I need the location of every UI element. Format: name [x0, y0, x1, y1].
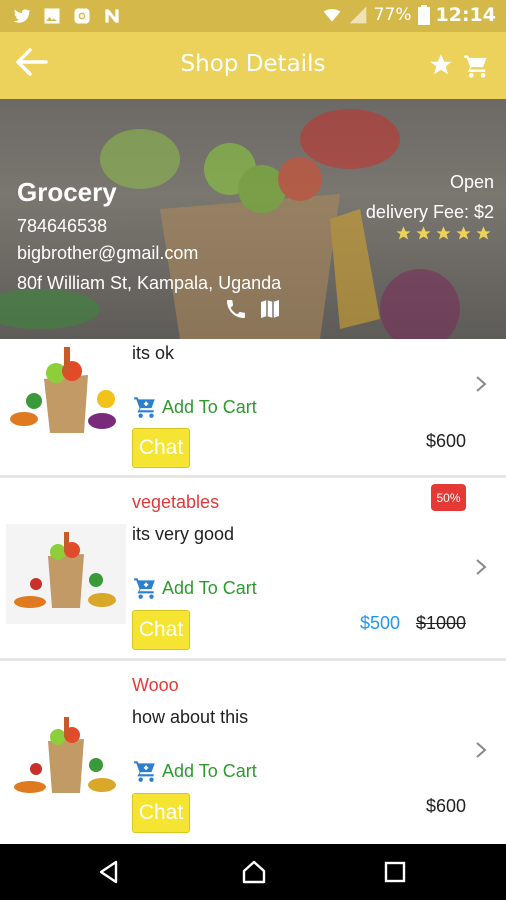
battery-icon [417, 5, 430, 25]
chevron-right-icon[interactable] [474, 375, 488, 393]
product-item[interactable]: vegetables 50% its very good Add To Cart… [0, 478, 506, 658]
system-nav-bar [0, 844, 506, 900]
sale-price: $500 [359, 613, 400, 633]
original-price: $1000 [415, 613, 466, 633]
signal-icon [349, 6, 367, 24]
shop-phone: 784646538 [17, 216, 108, 236]
product-item[interactable]: its ok Add To Cart Chat $600 [0, 339, 506, 475]
chevron-right-icon[interactable] [474, 741, 488, 759]
product-category: vegetables [132, 492, 220, 512]
cart-icon[interactable] [462, 52, 490, 80]
phone-call-icon[interactable] [224, 297, 248, 321]
star-icon[interactable] [428, 52, 454, 78]
rating-star-icon [436, 226, 451, 240]
product-item[interactable]: Wooo how about this Add To Cart Chat $60… [0, 661, 506, 844]
product-image [14, 717, 116, 793]
nav-recents-icon[interactable] [382, 859, 408, 885]
product-image [6, 524, 126, 624]
rating-stars [395, 225, 492, 242]
twitter-icon [13, 9, 31, 23]
product-list: its ok Add To Cart Chat $600 vegetables [0, 339, 506, 844]
shop-address: 80f William St, Kampala, Uganda [17, 273, 282, 293]
delivery-fee: delivery Fee: $2 [365, 202, 494, 222]
wifi-icon [323, 9, 341, 22]
product-description: its ok [132, 343, 175, 363]
shop-status: Open [449, 172, 494, 192]
n-app-icon [105, 9, 119, 23]
nav-home-icon[interactable] [241, 859, 267, 885]
shop-email: bigbrother@gmail.com [17, 243, 199, 263]
chat-button[interactable]: Chat [132, 610, 190, 650]
add-cart-icon [134, 578, 155, 599]
image-icon [44, 8, 60, 24]
product-category: Wooo [132, 675, 179, 695]
shop-banner: Grocery 784646538 bigbrother@gmail.com 8… [0, 99, 506, 339]
rating-star-icon [396, 226, 411, 240]
instagram-icon [74, 8, 90, 24]
add-cart-icon [134, 397, 155, 418]
product-description: its very good [132, 524, 235, 544]
chat-button[interactable]: Chat [132, 793, 190, 833]
add-to-cart-label: Add To Cart [162, 577, 257, 598]
chat-button[interactable]: Chat [132, 428, 190, 468]
status-bar: 77% 12:14 [0, 0, 506, 32]
product-image [10, 347, 116, 433]
clock: 12:14 [435, 4, 496, 26]
map-icon[interactable] [258, 297, 282, 321]
product-price: $600 [425, 796, 466, 816]
battery-percent: 77% [373, 5, 412, 25]
rating-star-icon [416, 226, 431, 240]
product-description: how about this [132, 707, 249, 727]
nav-back-icon[interactable] [96, 859, 122, 885]
add-to-cart-label: Add To Cart [162, 760, 257, 781]
rating-star-icon [476, 226, 491, 240]
chevron-right-icon[interactable] [474, 558, 488, 576]
shop-name: Grocery [17, 177, 117, 207]
add-cart-icon [134, 761, 155, 782]
add-to-cart-button[interactable]: Add To Cart [132, 575, 257, 601]
add-to-cart-button[interactable]: Add To Cart [132, 394, 257, 420]
app-toolbar: Shop Details [0, 32, 506, 99]
rating-star-icon [456, 226, 471, 240]
discount-badge: 50% [431, 484, 466, 511]
product-price: $600 [425, 431, 466, 451]
add-to-cart-label: Add To Cart [162, 396, 257, 417]
add-to-cart-button[interactable]: Add To Cart [132, 758, 257, 784]
